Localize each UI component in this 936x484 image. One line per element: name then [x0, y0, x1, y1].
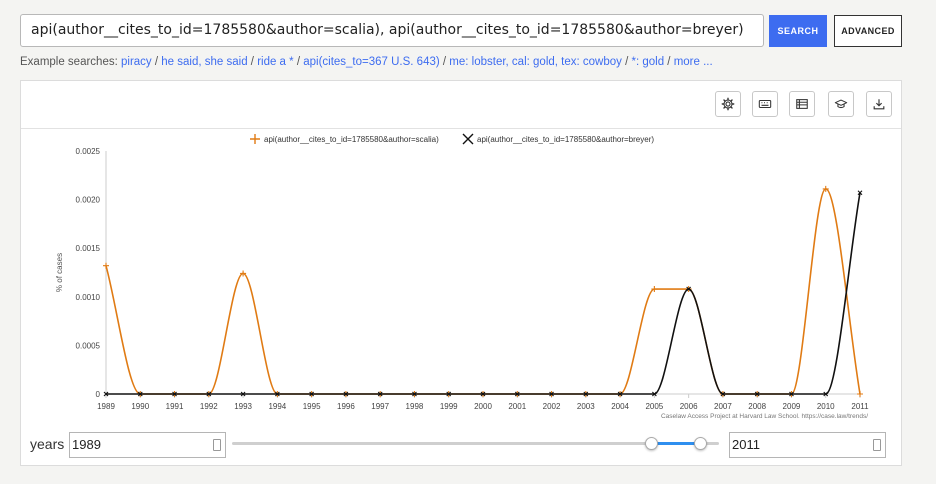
table-icon: [796, 99, 808, 109]
search-input[interactable]: api(author__cites_to_id=1785580&author=s…: [20, 14, 764, 47]
example-link-jurisdictions[interactable]: me: lobster, cal: gold, tex: cowboy: [449, 56, 622, 68]
chart-panel: [20, 80, 902, 466]
example-link-cites-to[interactable]: api(cites_to=367 U.S. 643): [303, 56, 439, 68]
end-year-input[interactable]: 2011: [729, 432, 886, 458]
example-link-piracy[interactable]: piracy: [121, 56, 152, 68]
graduation-cap-icon: [834, 99, 848, 109]
end-year-value: 2011: [732, 437, 760, 452]
search-button[interactable]: SEARCH: [769, 15, 827, 47]
keyboard-button[interactable]: [752, 91, 778, 117]
end-year-spinner-icon[interactable]: [873, 439, 881, 451]
table-view-button[interactable]: [789, 91, 815, 117]
settings-button[interactable]: [715, 91, 741, 117]
gear-icon: [721, 97, 735, 111]
chart-toolbar: [21, 81, 901, 129]
slider-handle-start[interactable]: [644, 437, 658, 450]
example-link-he-said[interactable]: he said, she said: [161, 56, 247, 68]
citation-button[interactable]: [828, 91, 854, 117]
advanced-button[interactable]: ADVANCED: [834, 15, 902, 47]
example-searches-label: Example searches:: [20, 56, 118, 68]
example-link-gold[interactable]: *: gold: [631, 56, 664, 68]
slider-handle-end[interactable]: [693, 437, 707, 450]
example-searches: Example searches: piracy / he said, she …: [20, 56, 713, 68]
keyboard-icon: [758, 99, 772, 109]
years-label: years: [30, 436, 65, 452]
start-year-spinner-icon[interactable]: [213, 439, 221, 451]
start-year-input[interactable]: 1989: [69, 432, 226, 458]
start-year-value: 1989: [72, 437, 101, 452]
example-link-ride-a[interactable]: ride a *: [257, 56, 293, 68]
download-icon: [873, 99, 885, 110]
download-button[interactable]: [866, 91, 892, 117]
year-range-slider-fill: [650, 442, 700, 445]
example-link-more[interactable]: more ...: [674, 56, 713, 68]
